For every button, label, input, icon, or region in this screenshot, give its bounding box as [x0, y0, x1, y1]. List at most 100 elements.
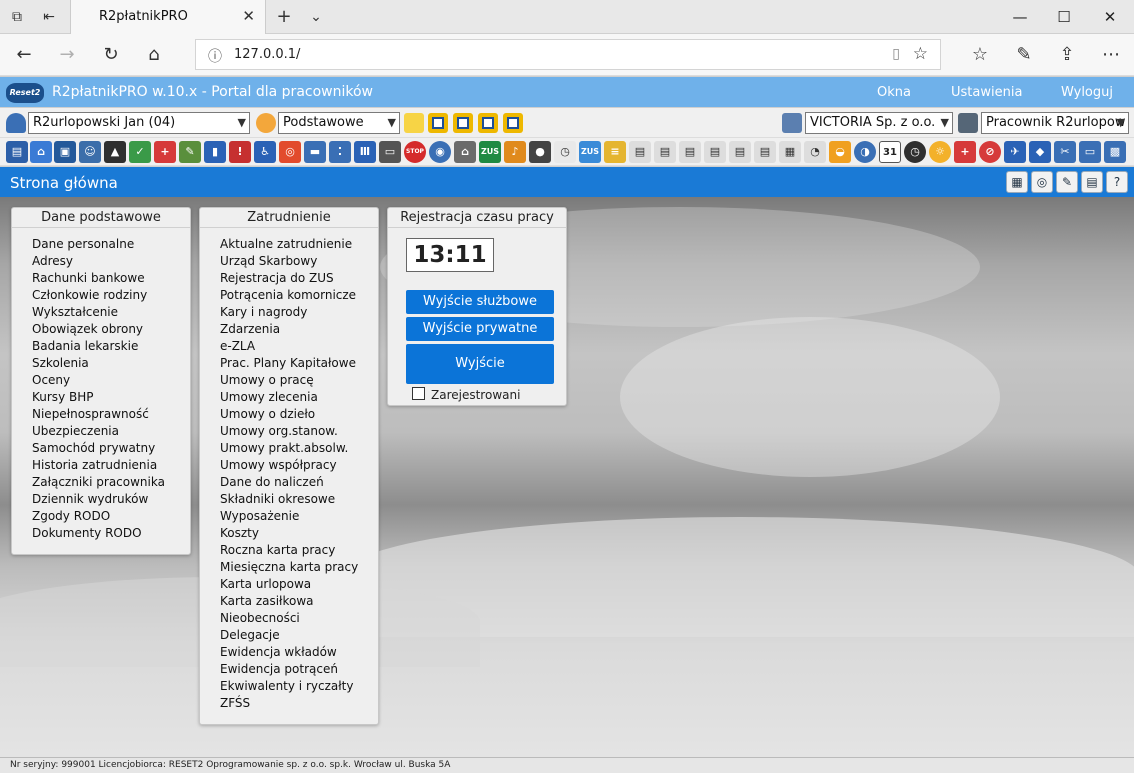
browser-tab[interactable]: R2płatnikPRO ✕ [70, 0, 266, 34]
menu-item[interactable]: Dziennik wydruków [32, 491, 190, 508]
settings-link[interactable]: Ustawienia [951, 85, 1022, 100]
stop-rodo-icon[interactable]: STOP [404, 141, 426, 163]
scissors-icon[interactable]: ✂ [1054, 141, 1076, 163]
pie-chart-icon[interactable]: ◑ [854, 141, 876, 163]
close-tab-icon[interactable]: ✕ [242, 7, 255, 25]
calculator-icon[interactable]: ▦ [1006, 171, 1028, 193]
user-select[interactable]: Pracownik R2urlopow ▼ [981, 112, 1129, 134]
contact-card-icon[interactable]: ▣ [54, 141, 76, 163]
printer-icon[interactable]: ▭ [379, 141, 401, 163]
registered-checkbox[interactable] [412, 387, 425, 400]
menu-item[interactable]: Delegacje [220, 627, 378, 644]
fire-extinguisher-icon[interactable]: ! [229, 141, 251, 163]
menu-item[interactable]: Rejestracja do ZUS [220, 270, 378, 287]
hard-hat-icon[interactable]: ◒ [829, 141, 851, 163]
menu-item[interactable]: Samochód prywatny [32, 440, 190, 457]
wheelchair-icon[interactable]: ♿ [254, 141, 276, 163]
menu-item[interactable]: Obowiązek obrony [32, 321, 190, 338]
home-icon[interactable]: ⌂ [30, 141, 52, 163]
syringe-icon[interactable]: ✎ [179, 141, 201, 163]
profile-select[interactable]: Podstawowe ▼ [278, 112, 400, 134]
reading-view-icon[interactable]: ▯ [892, 46, 900, 62]
medical-cross-icon[interactable]: + [954, 141, 976, 163]
home-icon[interactable]: ⌂ [142, 43, 166, 67]
menu-item[interactable]: Koszty [220, 525, 378, 542]
contract-1-icon[interactable]: ▤ [629, 141, 651, 163]
menu-item[interactable]: Nieobecności [220, 610, 378, 627]
window-layout-1-icon[interactable] [428, 113, 448, 133]
menu-item[interactable]: Ubezpieczenia [32, 423, 190, 440]
contract-5-icon[interactable]: ▤ [729, 141, 751, 163]
tab-list-icon[interactable]: ⧉ [8, 8, 26, 26]
airplane-icon[interactable]: ✈ [1004, 141, 1026, 163]
tools-icon[interactable]: ✎ [1056, 171, 1078, 193]
menu-item[interactable]: Członkowie rodziny [32, 287, 190, 304]
url-text[interactable]: 127.0.0.1/ [234, 47, 300, 62]
menu-item[interactable]: Wyposażenie [220, 508, 378, 525]
menu-item[interactable]: Zgody RODO [32, 508, 190, 525]
lightbulb-on-icon[interactable] [404, 113, 424, 133]
bar-chart-icon[interactable]: ▮ [204, 141, 226, 163]
gift-icon[interactable]: ▩ [1104, 141, 1126, 163]
pen-icon[interactable]: ✎ [1012, 43, 1036, 67]
menu-item[interactable]: Oceny [32, 372, 190, 389]
menu-item[interactable]: Kary i nagrody [220, 304, 378, 321]
chevron-down-icon[interactable]: ⌄ [307, 8, 325, 26]
menu-item[interactable]: Umowy o dzieło [220, 406, 378, 423]
menu-item[interactable]: Załączniki pracownika [32, 474, 190, 491]
menu-item[interactable]: Niepełnosprawność [32, 406, 190, 423]
menu-item[interactable]: Karta urlopowa [220, 576, 378, 593]
menu-item[interactable]: Ekwiwalenty i ryczałty [220, 678, 378, 695]
back-icon[interactable]: ← [12, 43, 36, 67]
window-layout-2-icon[interactable] [453, 113, 473, 133]
menu-item[interactable]: Dokumenty RODO [32, 525, 190, 542]
private-exit-button[interactable]: Wyjście prywatne [406, 317, 554, 341]
windows-link[interactable]: Okna [877, 85, 911, 100]
data-sheet-icon[interactable]: ▦ [779, 141, 801, 163]
contract-6-icon[interactable]: ▤ [754, 141, 776, 163]
rodo-docs-icon[interactable]: ◉ [429, 141, 451, 163]
favorites-icon[interactable]: ☆ [968, 43, 992, 67]
menu-item[interactable]: Umowy współpracy [220, 457, 378, 474]
family-icon[interactable]: ☺ [79, 141, 101, 163]
menu-item[interactable]: Rachunki bankowe [32, 270, 190, 287]
alarm-clock-icon[interactable]: ◷ [554, 141, 576, 163]
menu-item[interactable]: Składniki okresowe [220, 491, 378, 508]
id-card-icon[interactable]: ▤ [6, 141, 28, 163]
menu-item[interactable]: ZFŚS [220, 695, 378, 712]
no-entry-icon[interactable]: ⊘ [979, 141, 1001, 163]
menu-item[interactable]: Dane do naliczeń [220, 474, 378, 491]
address-bar[interactable]: ⓘ 127.0.0.1/ ▯ ☆ [195, 39, 941, 70]
company-select[interactable]: VICTORIA Sp. z o.o. ▼ [805, 112, 953, 134]
calendar-icon[interactable]: 31 [879, 141, 901, 163]
truck-icon[interactable]: ▭ [1079, 141, 1101, 163]
menu-item[interactable]: Umowy o pracę [220, 372, 378, 389]
columns-icon[interactable]: Ⅲ [354, 141, 376, 163]
exit-button[interactable]: Wyjście [406, 344, 554, 384]
lightbulb-icon[interactable] [256, 113, 276, 133]
footsteps-icon[interactable]: ⁚ [329, 141, 351, 163]
lifebuoy-icon[interactable]: ◎ [279, 141, 301, 163]
deposits-icon[interactable]: ◆ [1029, 141, 1051, 163]
clock-icon[interactable]: ◷ [904, 141, 926, 163]
menu-item[interactable]: Karta zasiłkowa [220, 593, 378, 610]
menu-item[interactable]: Umowy org.stanow. [220, 423, 378, 440]
menu-item[interactable]: Potrącenia komornicze [220, 287, 378, 304]
target-icon[interactable]: ◎ [1031, 171, 1053, 193]
more-icon[interactable]: ⋯ [1099, 43, 1123, 67]
car-icon[interactable]: ▬ [304, 141, 326, 163]
menu-item[interactable]: Ewidencja wkładów [220, 644, 378, 661]
maximize-button[interactable]: ☐ [1044, 4, 1084, 30]
minimize-button[interactable]: — [1000, 4, 1040, 30]
table-edit-icon[interactable]: ▤ [1081, 171, 1103, 193]
bank-icon[interactable]: ⌂ [454, 141, 476, 163]
contract-4-icon[interactable]: ▤ [704, 141, 726, 163]
bell-icon[interactable]: ♪ [504, 141, 526, 163]
menu-item[interactable]: Ewidencja potrąceń [220, 661, 378, 678]
favorite-star-icon[interactable]: ☆ [913, 44, 928, 64]
shield-check-icon[interactable]: ✓ [129, 141, 151, 163]
close-window-button[interactable]: ✕ [1090, 4, 1130, 30]
medal-icon[interactable]: ● [529, 141, 551, 163]
set-aside-tabs-icon[interactable]: ⇤ [40, 8, 58, 26]
contract-3-icon[interactable]: ▤ [679, 141, 701, 163]
